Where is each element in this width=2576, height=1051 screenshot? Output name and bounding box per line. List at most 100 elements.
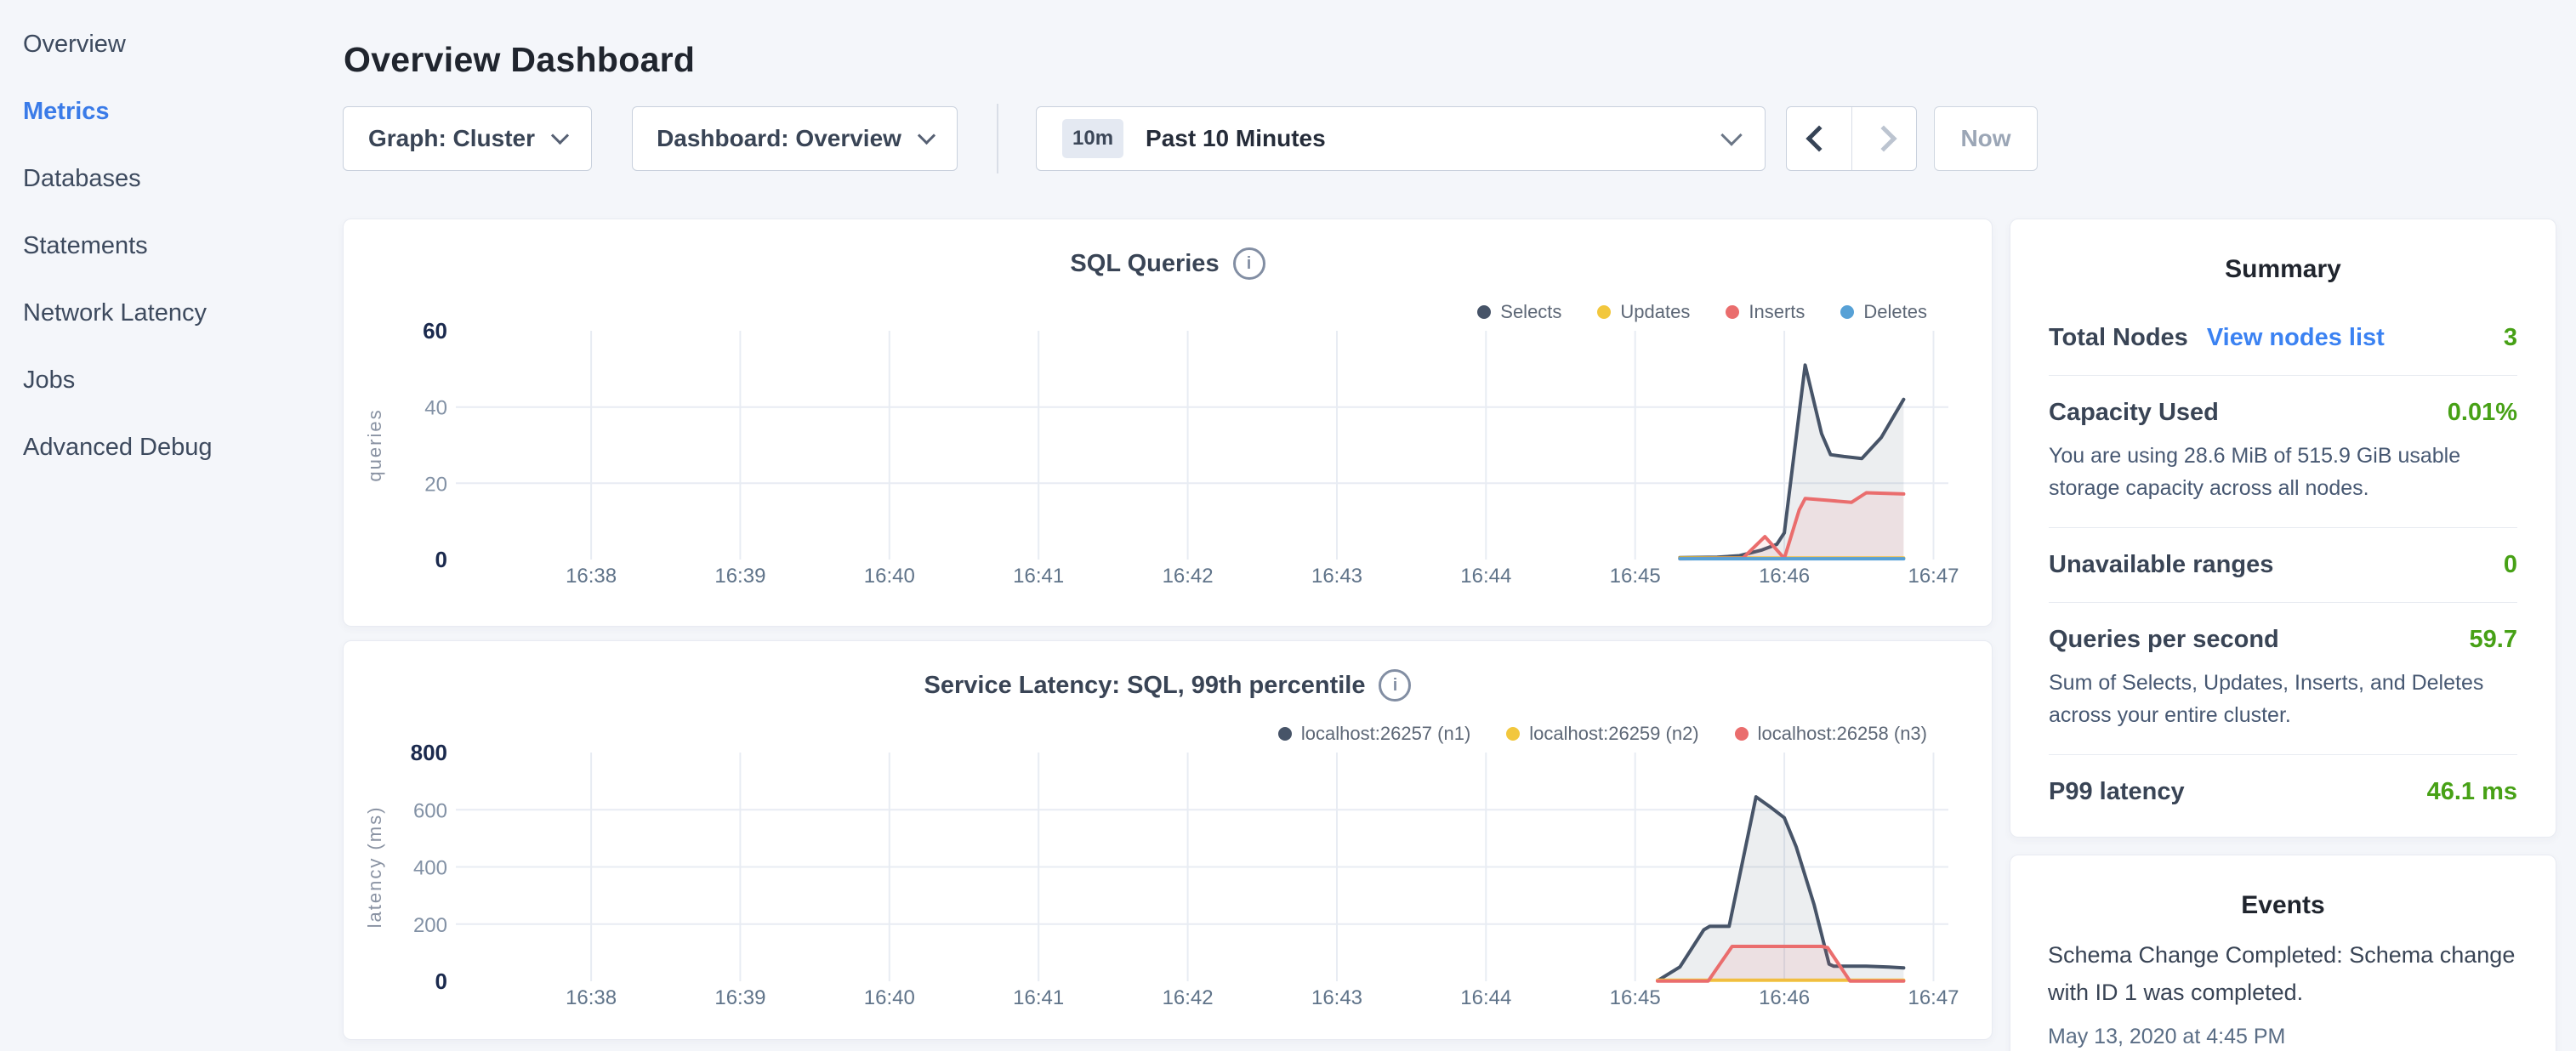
legend-label: localhost:26258 (n3) (1758, 723, 1927, 745)
summary-value: 46.1 ms (2427, 778, 2517, 806)
svg-text:600: 600 (413, 799, 447, 822)
svg-text:16:46: 16:46 (1759, 565, 1810, 588)
svg-text:16:40: 16:40 (864, 565, 915, 588)
prev-time-button[interactable] (1787, 107, 1852, 170)
summary-label: P99 latency (2049, 778, 2185, 806)
legend-label: Updates (1620, 301, 1690, 323)
svg-text:latency (ms): latency (ms) (364, 806, 385, 929)
svg-text:60: 60 (423, 318, 447, 344)
time-range-dropdown[interactable]: 10m Past 10 Minutes (1036, 106, 1766, 171)
info-icon[interactable] (1379, 669, 1411, 702)
legend-label: Deletes (1863, 301, 1927, 323)
svg-text:16:47: 16:47 (1908, 565, 1959, 588)
legend-item: localhost:26258 (n3) (1735, 723, 1927, 745)
chevron-right-icon (1871, 125, 1897, 151)
summary-panel: Summary Total Nodes View nodes list 3 Ca… (2010, 219, 2556, 838)
svg-text:16:43: 16:43 (1311, 565, 1362, 588)
sidebar-item-overview[interactable]: Overview (23, 11, 321, 78)
summary-label: Unavailable ranges (2049, 551, 2273, 579)
summary-description: You are using 28.6 MiB of 515.9 GiB usab… (2049, 440, 2517, 504)
svg-text:16:47: 16:47 (1908, 986, 1959, 1009)
sidebar-item-jobs[interactable]: Jobs (23, 347, 321, 414)
sidebar-item-advanced-debug[interactable]: Advanced Debug (23, 414, 321, 481)
chevron-down-icon (918, 126, 935, 144)
legend-item: localhost:26257 (n1) (1278, 723, 1470, 745)
events-title: Events (2048, 891, 2518, 920)
summary-title: Summary (2049, 255, 2517, 284)
sidebar-item-statements[interactable]: Statements (23, 213, 321, 280)
svg-text:0: 0 (435, 547, 447, 572)
summary-row-total-nodes: Total Nodes View nodes list 3 (2049, 301, 2517, 376)
svg-text:16:46: 16:46 (1759, 986, 1810, 1009)
svg-text:16:38: 16:38 (566, 986, 617, 1009)
svg-text:16:42: 16:42 (1163, 986, 1214, 1009)
sidebar: Overview Metrics Databases Statements Ne… (23, 11, 321, 481)
legend-item: Inserts (1726, 301, 1805, 323)
legend-item: Selects (1477, 301, 1561, 323)
sql-queries-plot[interactable]: 020406016:3816:3916:4016:4116:4216:4316:… (344, 219, 1993, 627)
svg-text:40: 40 (424, 397, 447, 420)
chart-title: SQL Queries (1070, 250, 1219, 278)
svg-text:16:39: 16:39 (714, 565, 765, 588)
svg-text:20: 20 (424, 473, 447, 496)
next-time-button[interactable] (1852, 107, 1917, 170)
summary-row-queries-per-second: Queries per second 59.7 Sum of Selects, … (2049, 603, 2517, 755)
info-icon[interactable] (1233, 247, 1265, 280)
summary-label: Total Nodes (2049, 324, 2188, 352)
svg-text:16:45: 16:45 (1610, 986, 1661, 1009)
svg-text:16:41: 16:41 (1013, 565, 1064, 588)
sidebar-item-metrics[interactable]: Metrics (23, 78, 321, 145)
chevron-down-icon (1720, 124, 1742, 145)
time-range-badge: 10m (1062, 119, 1123, 158)
legend-label: Selects (1500, 301, 1561, 323)
event-item-text: Schema Change Completed: Schema change w… (2048, 937, 2518, 1011)
legend-dot (1597, 305, 1611, 319)
service-latency-chart-card: Service Latency: SQL, 99th percentile lo… (343, 640, 1993, 1040)
graph-dropdown[interactable]: Graph: Cluster (343, 106, 592, 171)
legend-label: Inserts (1749, 301, 1805, 323)
summary-label: Capacity Used (2049, 399, 2219, 427)
svg-text:16:41: 16:41 (1013, 986, 1064, 1009)
controls-divider (997, 104, 998, 173)
svg-text:16:38: 16:38 (566, 565, 617, 588)
svg-text:0: 0 (435, 969, 447, 994)
summary-value: 0 (2504, 551, 2517, 579)
svg-text:800: 800 (411, 740, 447, 765)
chevron-left-icon (1805, 125, 1832, 151)
legend-dot (1278, 727, 1292, 741)
now-button[interactable]: Now (1934, 106, 2038, 171)
summary-row-p99-latency: P99 latency 46.1 ms (2049, 755, 2517, 829)
legend-label: localhost:26259 (n2) (1529, 723, 1698, 745)
sidebar-item-network-latency[interactable]: Network Latency (23, 280, 321, 347)
legend-item: Deletes (1840, 301, 1927, 323)
legend-item: localhost:26259 (n2) (1506, 723, 1698, 745)
view-nodes-list-link[interactable]: View nodes list (2207, 324, 2385, 352)
sql-queries-chart-card: SQL Queries Selects Updates Inserts Dele… (343, 219, 1993, 627)
legend-dot (1506, 727, 1520, 741)
legend-dot (1726, 305, 1739, 319)
legend-dot (1840, 305, 1854, 319)
chart-title: Service Latency: SQL, 99th percentile (924, 672, 1366, 700)
summary-value: 0.01% (2448, 399, 2517, 427)
time-pager (1786, 106, 1917, 171)
svg-text:16:45: 16:45 (1610, 565, 1661, 588)
chart-legend: localhost:26257 (n1) localhost:26259 (n2… (1278, 723, 1927, 745)
chevron-down-icon (551, 126, 569, 144)
time-range-label: Past 10 Minutes (1146, 125, 1702, 152)
svg-text:queries: queries (364, 408, 385, 481)
chart-legend: Selects Updates Inserts Deletes (1477, 301, 1927, 323)
summary-value: 3 (2504, 324, 2517, 352)
summary-row-unavailable-ranges: Unavailable ranges 0 (2049, 528, 2517, 603)
legend-item: Updates (1597, 301, 1690, 323)
dashboard-dropdown-label: Dashboard: Overview (657, 125, 901, 152)
legend-label: localhost:26257 (n1) (1301, 723, 1470, 745)
dashboard-dropdown[interactable]: Dashboard: Overview (632, 106, 958, 171)
svg-text:16:40: 16:40 (864, 986, 915, 1009)
svg-text:16:39: 16:39 (714, 986, 765, 1009)
legend-dot (1735, 727, 1749, 741)
sidebar-item-databases[interactable]: Databases (23, 145, 321, 213)
events-panel: Events Schema Change Completed: Schema c… (2010, 855, 2556, 1051)
graph-dropdown-label: Graph: Cluster (368, 125, 535, 152)
summary-description: Sum of Selects, Updates, Inserts, and De… (2049, 668, 2517, 731)
legend-dot (1477, 305, 1491, 319)
